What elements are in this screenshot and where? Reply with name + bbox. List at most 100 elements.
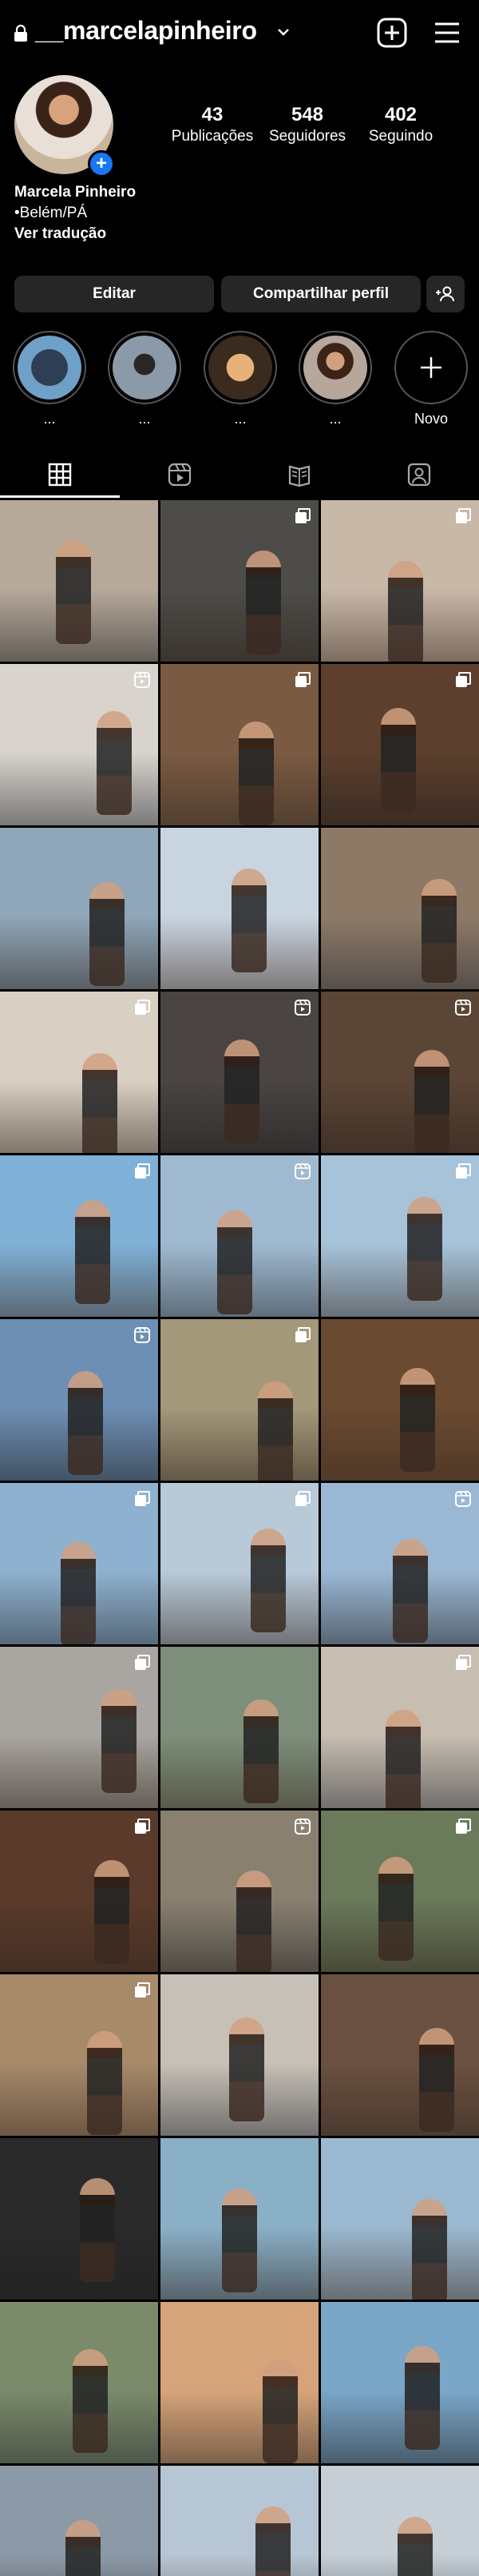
photo-subject (414, 1050, 449, 1153)
post-thumbnail[interactable] (160, 1974, 319, 2136)
post-thumbnail[interactable] (321, 1483, 479, 1644)
posts-stat[interactable]: 43 Publicações (164, 104, 260, 145)
post-thumbnail[interactable] (160, 828, 319, 989)
post-thumbnail[interactable] (0, 1483, 158, 1644)
post-thumbnail[interactable] (0, 2466, 158, 2576)
post-thumbnail[interactable] (0, 828, 158, 989)
carousel-badge-icon (456, 508, 471, 523)
photo-subject (68, 1371, 103, 1475)
share-profile-button[interactable]: Compartilhar perfil (221, 276, 421, 312)
reel-badge-icon (295, 1000, 311, 1016)
discover-people-button[interactable] (426, 276, 465, 312)
active-tab-indicator (0, 495, 120, 498)
tab-tagged[interactable] (359, 451, 479, 499)
post-thumbnail[interactable] (321, 828, 479, 989)
photo-subject (381, 708, 416, 812)
new-post-icon[interactable] (377, 18, 407, 48)
post-thumbnail[interactable] (160, 1811, 319, 1972)
chevron-down-icon[interactable] (275, 24, 291, 40)
post-thumbnail[interactable] (160, 500, 319, 662)
photo-subject (243, 1699, 279, 1803)
post-thumbnail[interactable] (0, 500, 158, 662)
photo-subject (232, 869, 267, 972)
photo-subject (407, 1197, 442, 1301)
post-thumbnail[interactable] (321, 2138, 479, 2300)
carousel-badge-icon (456, 1819, 471, 1834)
new-highlight[interactable]: Novo (391, 331, 471, 427)
translate-link[interactable]: Ver tradução (14, 225, 106, 243)
photo-subject (73, 2349, 108, 2453)
post-thumbnail[interactable] (0, 2302, 158, 2463)
post-thumbnail[interactable] (160, 2138, 319, 2300)
followers-stat[interactable]: 548 Seguidores (259, 104, 355, 145)
username[interactable]: __marcelapinheiro (35, 16, 257, 46)
post-thumbnail[interactable] (0, 1647, 158, 1808)
post-thumbnail[interactable] (321, 2302, 479, 2463)
carousel-badge-icon (135, 1655, 150, 1670)
grid-icon (48, 463, 72, 487)
reel-badge-icon (455, 1000, 471, 1016)
post-thumbnail[interactable] (0, 1974, 158, 2136)
photo-subject (217, 1210, 252, 1314)
photo-subject (378, 1857, 414, 1961)
reels-icon (168, 463, 192, 487)
followers-label: Seguidores (268, 128, 346, 145)
post-thumbnail[interactable] (160, 1647, 319, 1808)
menu-icon[interactable] (433, 21, 461, 45)
reel-badge-icon (134, 672, 150, 688)
photo-subject (65, 2520, 101, 2576)
photo-subject (97, 711, 132, 815)
post-thumbnail[interactable] (0, 664, 158, 825)
post-thumbnail[interactable] (160, 2302, 319, 2463)
new-highlight-label: Novo (414, 411, 449, 427)
highlight-item[interactable]: ... (10, 331, 89, 427)
post-thumbnail[interactable] (0, 992, 158, 1153)
post-thumbnail[interactable] (160, 664, 319, 825)
reel-badge-icon (295, 1819, 311, 1835)
plus-icon (421, 357, 441, 378)
photo-subject (89, 882, 125, 986)
post-thumbnail[interactable] (160, 2466, 319, 2576)
carousel-badge-icon (456, 1655, 471, 1670)
post-thumbnail[interactable] (321, 1319, 479, 1481)
post-thumbnail[interactable] (0, 1319, 158, 1481)
post-thumbnail[interactable] (321, 1974, 479, 2136)
carousel-badge-icon (135, 1982, 150, 1998)
highlight-item[interactable]: ... (105, 331, 184, 427)
post-thumbnail[interactable] (0, 1155, 158, 1317)
post-thumbnail[interactable] (321, 2466, 479, 2576)
post-thumbnail[interactable] (321, 500, 479, 662)
profile-name: Marcela Pinheiro (14, 184, 137, 201)
post-thumbnail[interactable] (321, 992, 479, 1153)
reel-badge-icon (455, 1491, 471, 1507)
photo-subject (388, 561, 423, 662)
photo-subject (82, 1053, 117, 1153)
post-thumbnail[interactable] (321, 664, 479, 825)
highlight-item[interactable]: ... (200, 331, 280, 427)
photo-subject (222, 2188, 257, 2292)
post-thumbnail[interactable] (0, 1811, 158, 1972)
post-thumbnail[interactable] (160, 1319, 319, 1481)
carousel-badge-icon (295, 508, 311, 523)
tab-guides[interactable] (240, 451, 359, 499)
photo-subject (255, 2506, 291, 2576)
post-thumbnail[interactable] (160, 1155, 319, 1317)
post-thumbnail[interactable] (321, 1155, 479, 1317)
edit-profile-button[interactable]: Editar (14, 276, 214, 312)
post-thumbnail[interactable] (160, 1483, 319, 1644)
photo-subject (246, 551, 281, 654)
tab-grid[interactable] (0, 451, 120, 499)
photo-subject (101, 1689, 137, 1793)
posts-count: 43 (201, 104, 224, 125)
post-thumbnail[interactable] (321, 1647, 479, 1808)
tab-reels[interactable] (120, 451, 240, 499)
posts-label: Publicações (171, 128, 254, 145)
add-person-icon (436, 286, 454, 302)
carousel-badge-icon (295, 1491, 311, 1506)
add-story-icon[interactable]: + (88, 150, 115, 177)
post-thumbnail[interactable] (0, 2138, 158, 2300)
post-thumbnail[interactable] (321, 1811, 479, 1972)
highlight-item[interactable]: ... (295, 331, 375, 427)
post-thumbnail[interactable] (160, 992, 319, 1153)
following-stat[interactable]: 402 Seguindo (353, 104, 449, 145)
